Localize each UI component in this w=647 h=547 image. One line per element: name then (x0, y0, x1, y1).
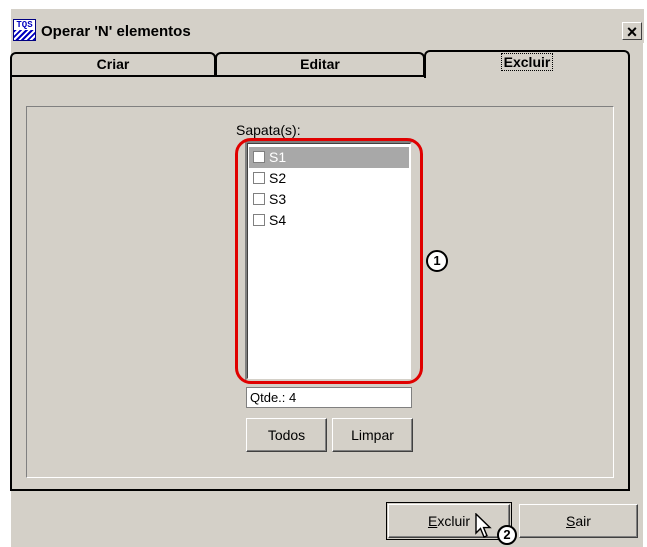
window-title: Operar 'N' elementos (41, 23, 191, 40)
sair-label-rest: air (575, 513, 591, 529)
list-item-label: S2 (269, 170, 287, 186)
sair-accelerator: S (566, 513, 576, 529)
list-item-s1[interactable]: S1 (249, 147, 409, 168)
app-icon-waves (14, 30, 35, 40)
callout-2: 2 (497, 525, 517, 545)
list-item-s2[interactable]: S2 (249, 168, 409, 189)
tab-editar-label: Editar (300, 56, 340, 72)
sair-button[interactable]: Sair (519, 504, 638, 538)
checkbox-s3[interactable] (253, 193, 265, 205)
tab-criar-label: Criar (96, 56, 130, 72)
excluir-label-rest: xcluir (437, 513, 470, 529)
checkbox-s4[interactable] (253, 214, 265, 226)
limpar-button[interactable]: Limpar (332, 418, 413, 452)
count-field: Qtde.: 4 (246, 387, 412, 408)
checkbox-s2[interactable] (253, 172, 265, 184)
sapata-listbox[interactable]: S1 S2 S3 S4 (245, 141, 413, 381)
list-item-label: S3 (269, 191, 287, 207)
tab-criar[interactable]: Criar (10, 52, 216, 76)
tqs-app-icon: TQS (13, 19, 36, 41)
title-bar: TQS Operar 'N' elementos × (11, 9, 644, 43)
mouse-pointer-icon (475, 513, 492, 538)
app-icon-text: TQS (16, 20, 33, 30)
list-item-s4[interactable]: S4 (249, 210, 409, 231)
tab-excluir-label: Excluir (500, 53, 554, 71)
close-icon[interactable]: × (622, 22, 642, 41)
callout-1: 1 (426, 250, 448, 272)
sapata-list-label: Sapata(s): (236, 122, 301, 138)
list-item-label: S1 (269, 149, 287, 165)
tab-editar[interactable]: Editar (215, 52, 425, 76)
list-item-label: S4 (269, 212, 287, 228)
checkbox-s1[interactable] (253, 151, 265, 163)
todos-button[interactable]: Todos (246, 418, 327, 452)
excluir-accelerator: E (427, 513, 438, 529)
tab-excluir[interactable]: Excluir (424, 50, 630, 78)
list-item-s3[interactable]: S3 (249, 189, 409, 210)
